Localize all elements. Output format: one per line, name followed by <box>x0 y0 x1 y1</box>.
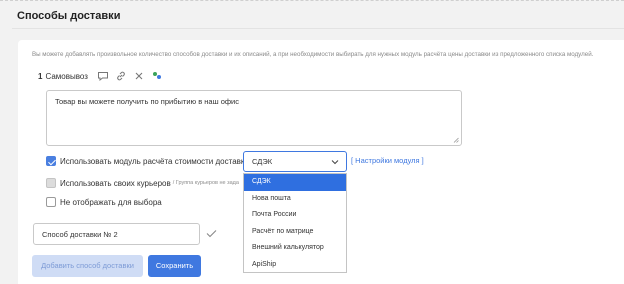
top-divider <box>0 0 624 4</box>
delivery-item-number: 1 <box>38 71 43 81</box>
use-couriers-option[interactable]: Использовать своих курьеров / Группа кур… <box>46 178 239 188</box>
save-button[interactable]: Сохранить <box>148 255 201 277</box>
dropdown-option[interactable]: ApiShip <box>244 257 346 274</box>
hide-label: Не отображать для выбора <box>60 197 162 207</box>
delivery-item-name[interactable]: Самовывоз <box>45 72 87 81</box>
add-delivery-button[interactable]: Добавить способ доставки <box>32 255 143 277</box>
new-delivery-name-input[interactable]: Способ доставки № 2 <box>33 223 200 245</box>
new-delivery-name-value: Способ доставки № 2 <box>42 230 118 239</box>
delivery-description-text: Товар вы можете получить по прибытию в н… <box>55 97 239 106</box>
dropdown-option[interactable]: Нова пошта <box>244 191 346 208</box>
module-settings-link[interactable]: [ Настройки модуля ] <box>351 156 424 165</box>
close-icon[interactable] <box>133 70 145 82</box>
use-module-label: Использовать модуль расчёта стоимости до… <box>60 156 249 166</box>
module-select-value: СДЭК <box>252 157 273 166</box>
use-couriers-label: Использовать своих курьеров <box>60 178 171 188</box>
dropdown-option[interactable]: Внешний калькулятор <box>244 240 346 257</box>
dropdown-option[interactable]: Расчёт по матрице <box>244 224 346 241</box>
checkmark-icon[interactable] <box>206 229 217 238</box>
comment-icon[interactable] <box>97 70 109 82</box>
use-couriers-hint: / Группа курьеров не зада <box>172 180 239 186</box>
puzzle-icon[interactable] <box>151 70 163 82</box>
dropdown-option[interactable]: СДЭК <box>244 174 346 191</box>
title-separator <box>12 28 624 29</box>
use-module-checkbox[interactable] <box>46 156 56 166</box>
resize-grip-icon[interactable] <box>453 137 459 143</box>
section-title: Способы доставки <box>17 10 121 22</box>
hide-checkbox[interactable] <box>46 197 56 207</box>
description-text: Вы можете добавлять произвольное количес… <box>32 51 594 58</box>
delivery-description-textarea[interactable]: Товар вы можете получить по прибытию в н… <box>46 90 462 146</box>
module-dropdown-list: СДЭК Нова пошта Почта России Расчёт по м… <box>243 173 347 273</box>
dropdown-option[interactable]: Почта России <box>244 207 346 224</box>
chevron-down-icon <box>331 160 339 165</box>
link-icon[interactable] <box>115 70 127 82</box>
hide-option[interactable]: Не отображать для выбора <box>46 197 162 207</box>
delivery-item-header: 1 Самовывоз <box>38 70 169 82</box>
module-select[interactable]: СДЭК <box>243 151 347 172</box>
use-couriers-checkbox[interactable] <box>46 178 56 188</box>
use-module-option[interactable]: Использовать модуль расчёта стоимости до… <box>46 156 249 166</box>
